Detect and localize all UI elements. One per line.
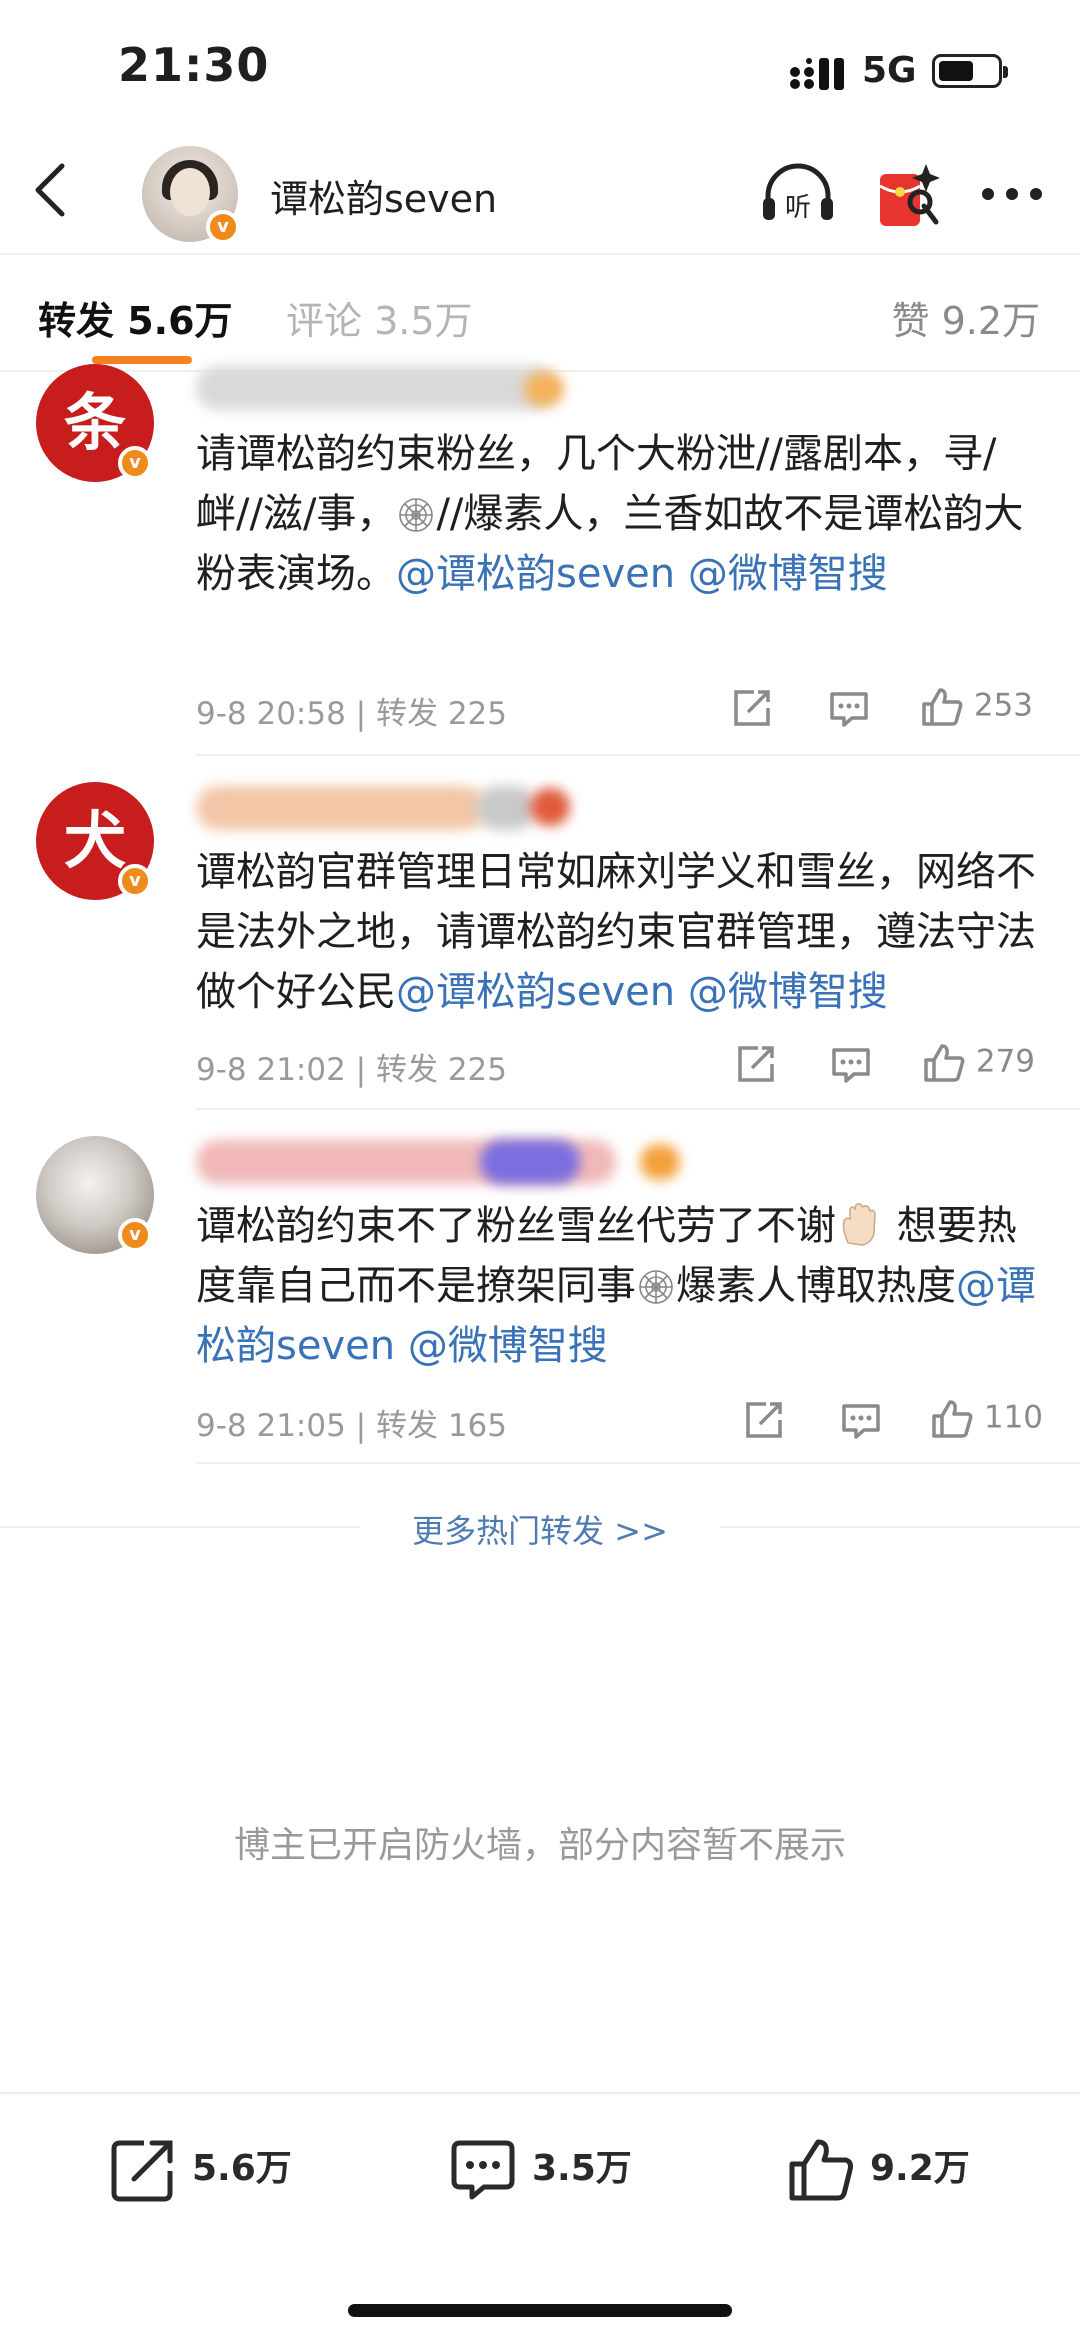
- like-icon: [924, 1044, 965, 1082]
- blurred-nickname[interactable]: [196, 786, 486, 830]
- blurred-nickname[interactable]: [196, 366, 556, 410]
- tab-active-indicator: [92, 356, 192, 364]
- post-text: 谭松韵约束不了粉丝雪丝代劳了不谢 想要热度靠自己而不是撩架同事 爆素人博取热度@…: [196, 1196, 1056, 1376]
- share-icon[interactable]: [732, 688, 774, 728]
- hand-emoji: [842, 1202, 876, 1246]
- emoji-badge: [524, 372, 564, 406]
- avatar-character: 条: [63, 386, 126, 459]
- like-count: 9.2万: [870, 2148, 970, 2189]
- page-title[interactable]: 谭松韵seven: [270, 168, 497, 223]
- network-type: 5G: [862, 50, 917, 91]
- post-divider: [196, 754, 1080, 756]
- like-button[interactable]: 110: [930, 1398, 1043, 1440]
- back-icon[interactable]: [30, 160, 70, 220]
- emoji-badge: [476, 786, 536, 830]
- comment-icon[interactable]: [828, 690, 870, 728]
- signal-icon: [790, 58, 844, 90]
- post-text: 谭松韵官群管理日常如麻刘学义和雪丝，网络不是法外之地，请谭松韵约束官群管理，遵法…: [196, 849, 1036, 1015]
- post-meta: 9-8 21:02 | 转发 225: [196, 1052, 507, 1088]
- like-button[interactable]: 253: [920, 686, 1033, 728]
- verified-icon: v: [118, 1218, 152, 1252]
- bottom-action-bar: [0, 2092, 1080, 2339]
- tab-comment[interactable]: 评论 3.5万: [286, 290, 473, 345]
- avatar-character: 犬: [63, 804, 126, 877]
- share-icon[interactable]: [744, 1400, 786, 1440]
- bottom-comment-button[interactable]: 3.5万: [448, 2134, 632, 2204]
- header-avatar[interactable]: v: [142, 146, 240, 244]
- mention-link[interactable]: @谭松韵seven: [396, 969, 675, 1015]
- comment-count: 3.5万: [532, 2148, 632, 2189]
- firewall-notice: 博主已开启防火墙，部分内容暂不展示: [233, 1825, 846, 1866]
- like-icon: [922, 688, 963, 726]
- like-button[interactable]: 279: [922, 1042, 1035, 1084]
- home-indicator: [348, 2304, 732, 2317]
- red-packet-icon[interactable]: [876, 160, 940, 230]
- like-icon: [932, 1400, 973, 1438]
- post-divider: [196, 1462, 1080, 1464]
- tab-like[interactable]: 赞 9.2万: [891, 290, 1040, 345]
- mention-link[interactable]: @谭松韵seven: [396, 551, 675, 597]
- tab-repost[interactable]: 转发 5.6万: [38, 290, 233, 345]
- verified-icon: v: [118, 864, 152, 898]
- battery-icon: [932, 54, 1008, 88]
- share-icon[interactable]: [736, 1044, 778, 1084]
- comment-icon: [451, 2140, 515, 2200]
- bottom-like-button[interactable]: 9.2万: [786, 2134, 970, 2204]
- bottom-repost-button[interactable]: 5.6万: [110, 2134, 292, 2204]
- comment-icon[interactable]: [840, 1402, 882, 1440]
- spider-web-emoji: [399, 498, 434, 532]
- share-icon: [111, 2140, 173, 2202]
- post-text: 请谭松韵约束粉丝，几个大粉泄//露剧本，寻/衅//滋/事， //爆素人，兰香如故…: [196, 431, 1024, 597]
- spider-web-emoji: [639, 1270, 673, 1304]
- post-meta: 9-8 20:58 | 转发 225: [196, 696, 507, 732]
- like-count: 253: [973, 687, 1034, 724]
- status-time: 21:30: [118, 38, 270, 92]
- comment-icon[interactable]: [830, 1046, 872, 1084]
- verified-icon: v: [206, 210, 240, 244]
- post-divider: [196, 1108, 1080, 1110]
- emoji-badge: [530, 788, 570, 826]
- repost-count: 5.6万: [192, 2148, 292, 2189]
- like-icon: [789, 2139, 853, 2201]
- more-hot-reposts-link[interactable]: 更多热门转发 >>: [0, 1506, 1080, 1552]
- blurred-nickname-part: [480, 1140, 580, 1184]
- mention-link[interactable]: @微博智搜: [688, 551, 888, 597]
- verified-icon: v: [118, 446, 152, 480]
- like-count: 279: [975, 1043, 1036, 1080]
- mention-link[interactable]: @微博智搜: [688, 969, 888, 1015]
- more-icon[interactable]: [980, 186, 1044, 202]
- svg-text:听: 听: [785, 193, 811, 223]
- post-meta: 9-8 21:05 | 转发 165: [196, 1408, 507, 1444]
- listen-icon[interactable]: 听: [760, 162, 836, 226]
- mention-link[interactable]: @微博智搜: [408, 1323, 608, 1369]
- header-divider: [0, 253, 1080, 255]
- emoji-badge: [640, 1144, 680, 1180]
- like-count: 110: [983, 1399, 1044, 1436]
